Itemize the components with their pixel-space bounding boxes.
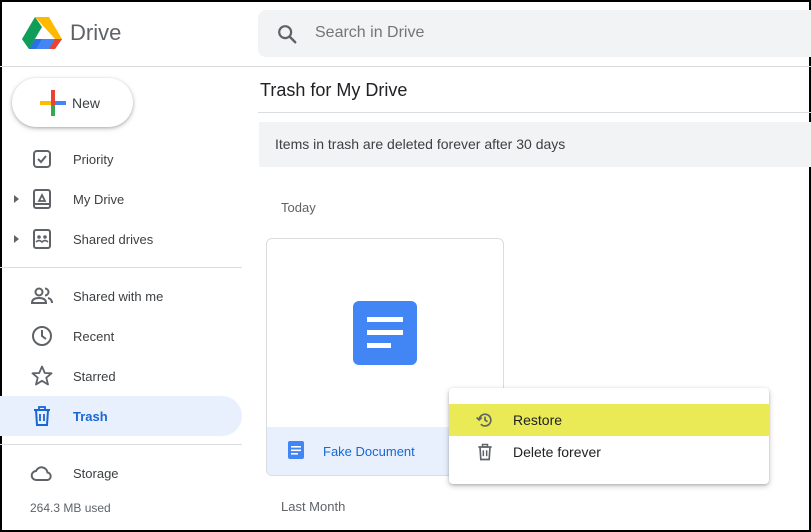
section-label-today: Today bbox=[281, 200, 316, 215]
menu-item-delete-forever[interactable]: Delete forever bbox=[449, 436, 769, 468]
header-divider bbox=[0, 66, 811, 67]
file-name[interactable]: Fake Document bbox=[323, 444, 415, 459]
banner-text: Items in trash are deleted forever after… bbox=[275, 136, 566, 152]
menu-item-restore[interactable]: Restore bbox=[449, 404, 769, 436]
sidebar-divider bbox=[0, 267, 242, 268]
search-input[interactable] bbox=[315, 24, 615, 42]
expand-arrow-icon[interactable] bbox=[14, 235, 19, 243]
sidebar-item-label: Priority bbox=[73, 152, 114, 167]
my-drive-icon bbox=[30, 187, 54, 211]
shared-drives-icon bbox=[30, 227, 54, 251]
sidebar-item-label: Trash bbox=[73, 409, 108, 424]
sidebar-item-shared-with-me[interactable]: Shared with me bbox=[0, 276, 242, 316]
trash-icon bbox=[475, 442, 495, 462]
section-label-last-month: Last Month bbox=[281, 499, 346, 514]
sidebar-divider bbox=[0, 444, 242, 445]
sidebar-item-storage[interactable]: Storage bbox=[0, 453, 242, 493]
sidebar-item-priority[interactable]: Priority bbox=[0, 139, 242, 179]
sidebar-item-label: Shared drives bbox=[73, 232, 154, 247]
people-icon bbox=[30, 284, 54, 308]
menu-item-label: Restore bbox=[513, 412, 563, 428]
sidebar-item-label: Starred bbox=[73, 369, 116, 384]
new-button[interactable]: New bbox=[12, 78, 133, 127]
cloud-icon bbox=[30, 461, 54, 485]
title-divider bbox=[258, 112, 811, 113]
trash-icon bbox=[30, 404, 54, 428]
context-menu: Restore Delete forever bbox=[449, 388, 769, 484]
sidebar-item-label: Recent bbox=[73, 329, 115, 344]
sidebar-item-label: Shared with me bbox=[73, 289, 164, 304]
clock-icon bbox=[30, 324, 54, 348]
priority-icon bbox=[30, 147, 54, 171]
sidebar-item-label: My Drive bbox=[73, 192, 125, 207]
page-title: Trash for My Drive bbox=[260, 80, 408, 100]
sidebar-item-my-drive[interactable]: My Drive bbox=[0, 179, 242, 219]
sidebar-item-label: Storage bbox=[73, 466, 119, 481]
google-doc-icon bbox=[287, 441, 305, 459]
app-title[interactable]: Drive bbox=[70, 20, 121, 46]
storage-used-text: 264.3 MB used bbox=[30, 501, 111, 515]
star-icon bbox=[30, 364, 54, 388]
menu-item-label: Delete forever bbox=[513, 444, 601, 460]
trash-info-banner: Items in trash are deleted forever after… bbox=[259, 122, 811, 167]
sidebar-item-recent[interactable]: Recent bbox=[0, 316, 242, 356]
drive-logo-icon[interactable] bbox=[22, 15, 62, 51]
new-button-label: New bbox=[72, 95, 101, 111]
search-icon[interactable] bbox=[276, 23, 298, 45]
plus-icon bbox=[40, 90, 66, 116]
google-doc-icon bbox=[353, 301, 417, 365]
expand-arrow-icon[interactable] bbox=[14, 195, 19, 203]
restore-icon bbox=[475, 410, 495, 430]
sidebar-item-trash[interactable]: Trash bbox=[0, 396, 242, 436]
sidebar-item-shared-drives[interactable]: Shared drives bbox=[0, 219, 242, 259]
sidebar-item-starred[interactable]: Starred bbox=[0, 356, 242, 396]
